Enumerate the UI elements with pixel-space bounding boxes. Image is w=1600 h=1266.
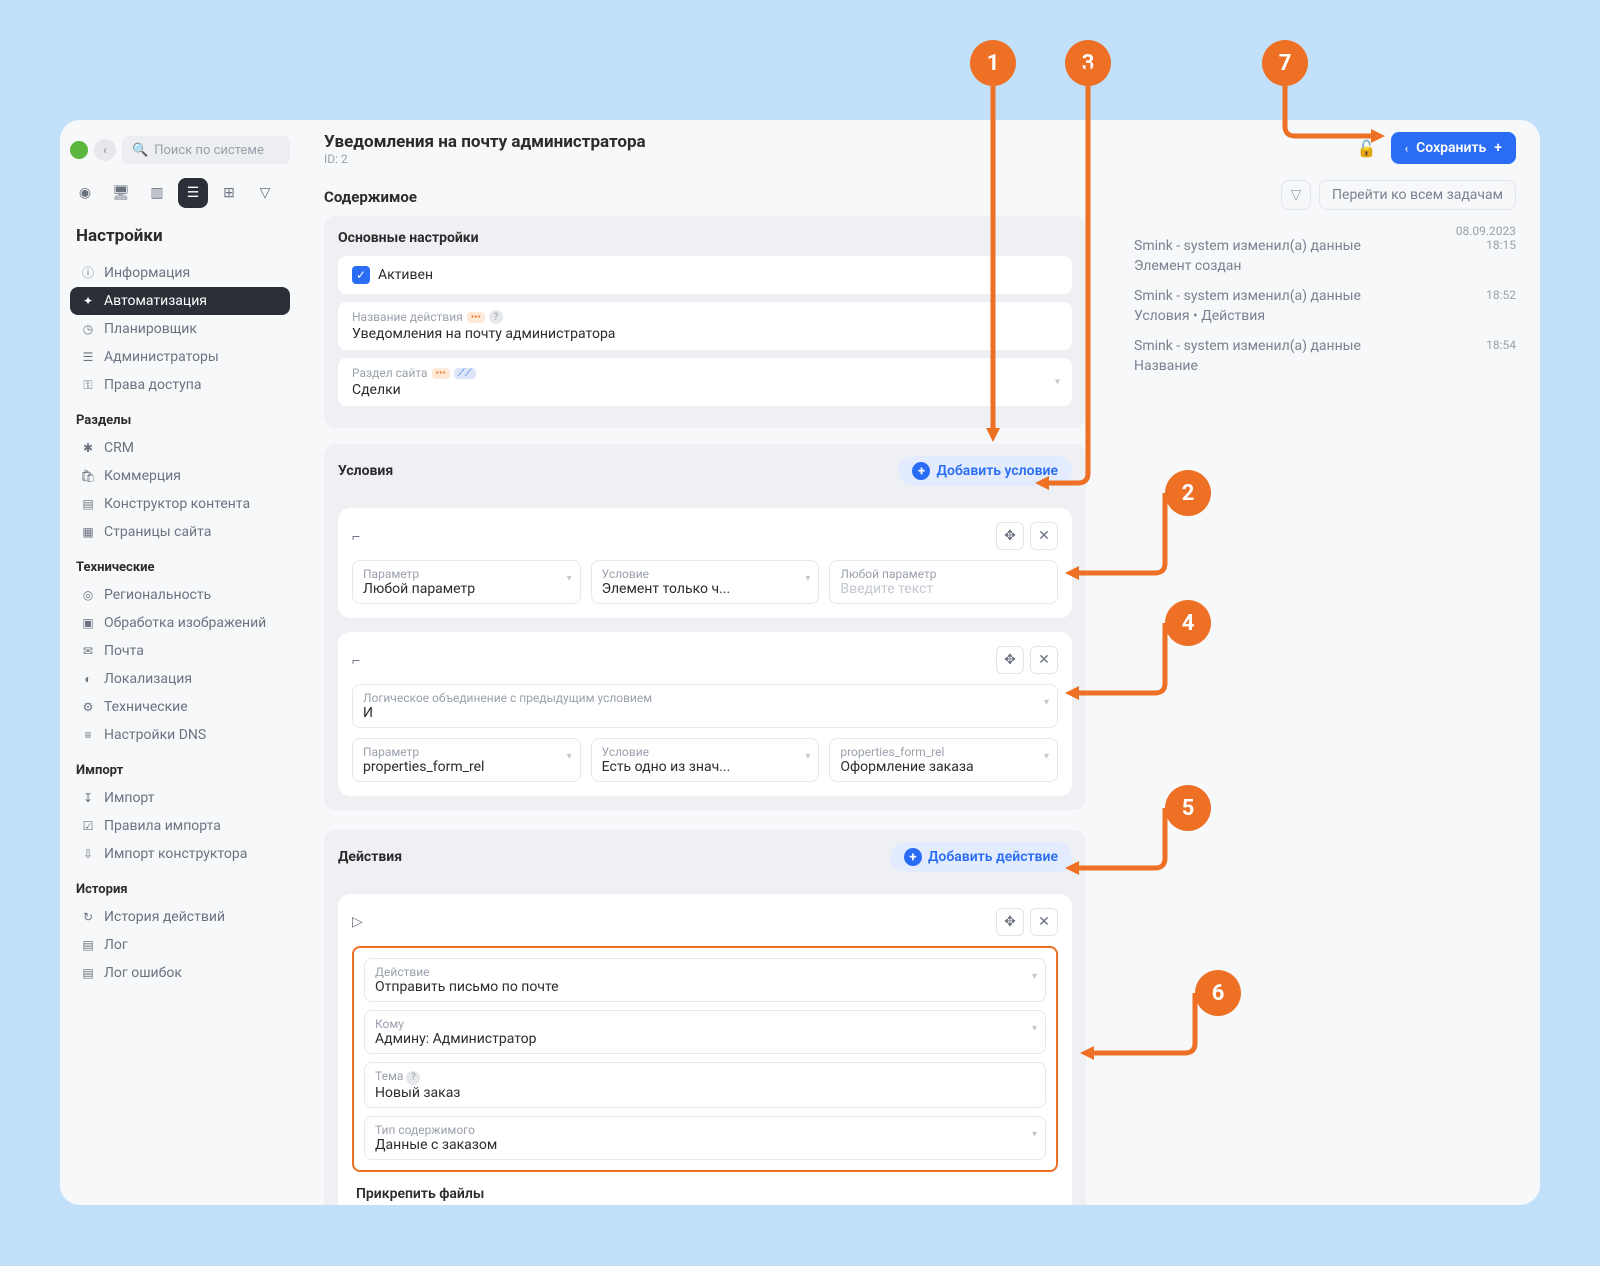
filter-icon[interactable]: ▽ <box>1281 180 1311 210</box>
page-sub: ID: 2 <box>324 152 646 166</box>
to-select[interactable]: Кому Админу: Администратор ▾ <box>364 1010 1046 1054</box>
logo <box>70 141 88 159</box>
sidebar-item[interactable]: ⓘИнформация <box>70 258 290 287</box>
page-title: Уведомления на почту администратора <box>324 132 646 152</box>
subject-field[interactable]: Тема ? Новый заказ <box>364 1062 1046 1108</box>
sidebar-item[interactable]: ▣Обработка изображений <box>70 609 290 637</box>
attach-files-label: Прикрепить файлы <box>352 1172 1058 1202</box>
sidebar-item[interactable]: ✱CRM <box>70 434 290 462</box>
move-icon[interactable]: ✥ <box>996 522 1024 550</box>
sidebar-item[interactable]: ⚙Технические <box>70 693 290 721</box>
go-tasks-button[interactable]: Перейти ко всем задачам <box>1319 180 1516 210</box>
log-entry: Smink - system изменил(а) данные18:52Усл… <box>1134 288 1516 324</box>
move-icon[interactable]: ✥ <box>996 908 1024 936</box>
action-type-select[interactable]: Действие Отправить письмо по почте ▾ <box>364 958 1046 1002</box>
step-icon: ⌐ <box>352 652 360 669</box>
param-select[interactable]: Параметр Любой параметр ▾ <box>352 560 581 604</box>
play-icon: ▷ <box>352 914 363 930</box>
nav-icon-2[interactable]: 🖥 <box>106 178 136 208</box>
check-icon: ✓ <box>352 266 370 284</box>
step-icon: ⌐ <box>352 528 360 545</box>
sidebar-item[interactable]: ⚿Права доступа <box>70 371 290 399</box>
sidebar-item[interactable]: ▤Лог ошибок <box>70 959 290 987</box>
sidebar-item[interactable]: ▦Страницы сайта <box>70 518 290 546</box>
sidebar-item[interactable]: ◎Региональность <box>70 581 290 609</box>
search-placeholder: Поиск по системе <box>154 143 264 158</box>
search-input[interactable]: 🔍 Поиск по системе <box>122 136 290 164</box>
conditions-title: Условия <box>338 463 393 479</box>
sidebar-title: Настройки <box>70 226 290 246</box>
section-field[interactable]: Раздел сайта ••• ⟋⟋ Сделки ▾ <box>338 358 1072 406</box>
any-param-input[interactable]: Любой параметр <box>829 560 1058 604</box>
sidebar-item[interactable]: ☑Правила импорта <box>70 812 290 840</box>
param-select[interactable]: Параметр properties_form_rel ▾ <box>352 738 581 782</box>
sidebar-item[interactable]: ▤Конструктор контента <box>70 490 290 518</box>
sidebar-item[interactable]: ▤Лог <box>70 931 290 959</box>
sidebar-item[interactable]: ⇩Импорт конструктора <box>70 840 290 868</box>
save-button[interactable]: ‹ Сохранить + <box>1391 132 1516 164</box>
callout-1: 1 <box>970 40 1016 86</box>
sidebar-item[interactable]: ☰Администраторы <box>70 343 290 371</box>
condition-select[interactable]: Условие Есть одно из знач... ▾ <box>591 738 820 782</box>
active-checkbox[interactable]: ✓ Активен <box>338 256 1072 294</box>
nav-icon-5[interactable]: ⊞ <box>214 178 244 208</box>
back-icon[interactable]: ‹ <box>94 139 116 161</box>
nav-icon-6[interactable]: ▽ <box>250 178 280 208</box>
callout-7: 7 <box>1262 40 1308 86</box>
sidebar-item[interactable]: ◐Локализация <box>70 665 290 693</box>
actions-title: Действия <box>338 849 402 865</box>
nav-icon-3[interactable]: ▥ <box>142 178 172 208</box>
logic-select[interactable]: Логическое объединение с предыдущим усло… <box>352 684 1058 728</box>
name-field[interactable]: Название действия ••• ? Уведомления на п… <box>338 302 1072 350</box>
sidebar-item[interactable]: ↻История действий <box>70 903 290 931</box>
plus-icon: + <box>1494 140 1502 156</box>
save-label: Сохранить <box>1416 140 1486 156</box>
value-select[interactable]: properties_form_rel Оформление заказа ▾ <box>829 738 1058 782</box>
log-entry: 08.09.2023Smink - system изменил(а) данн… <box>1134 224 1516 274</box>
sidebar-item[interactable]: ≡Настройки DNS <box>70 721 290 749</box>
close-icon[interactable]: ✕ <box>1030 522 1058 550</box>
sidebar-item[interactable]: ✉Почта <box>70 637 290 665</box>
basic-settings-card: Основные настройки ✓ Активен Название де… <box>324 216 1086 428</box>
nav-icon-1[interactable]: ◉ <box>70 178 100 208</box>
log-entry: Smink - system изменил(а) данные18:54Наз… <box>1134 338 1516 374</box>
content-title: Содержимое <box>324 188 1086 206</box>
basic-title: Основные настройки <box>338 230 1072 246</box>
sidebar-item[interactable]: 🛍Коммерция <box>70 462 290 490</box>
sidebar-item[interactable]: ✦Автоматизация <box>70 287 290 315</box>
nav-icon-4[interactable]: ☰ <box>178 178 208 208</box>
chevron-left-icon: ‹ <box>1405 142 1408 155</box>
close-icon[interactable]: ✕ <box>1030 908 1058 936</box>
content-type-select[interactable]: Тип содержимого Данные с заказом ▾ <box>364 1116 1046 1160</box>
close-icon[interactable]: ✕ <box>1030 646 1058 674</box>
condition-select[interactable]: Условие Элемент только ч... ▾ <box>591 560 820 604</box>
move-icon[interactable]: ✥ <box>996 646 1024 674</box>
sidebar-item[interactable]: ↧Импорт <box>70 784 290 812</box>
sidebar-item[interactable]: ◷Планировщик <box>70 315 290 343</box>
add-action-button[interactable]: + Добавить действие <box>890 842 1072 872</box>
